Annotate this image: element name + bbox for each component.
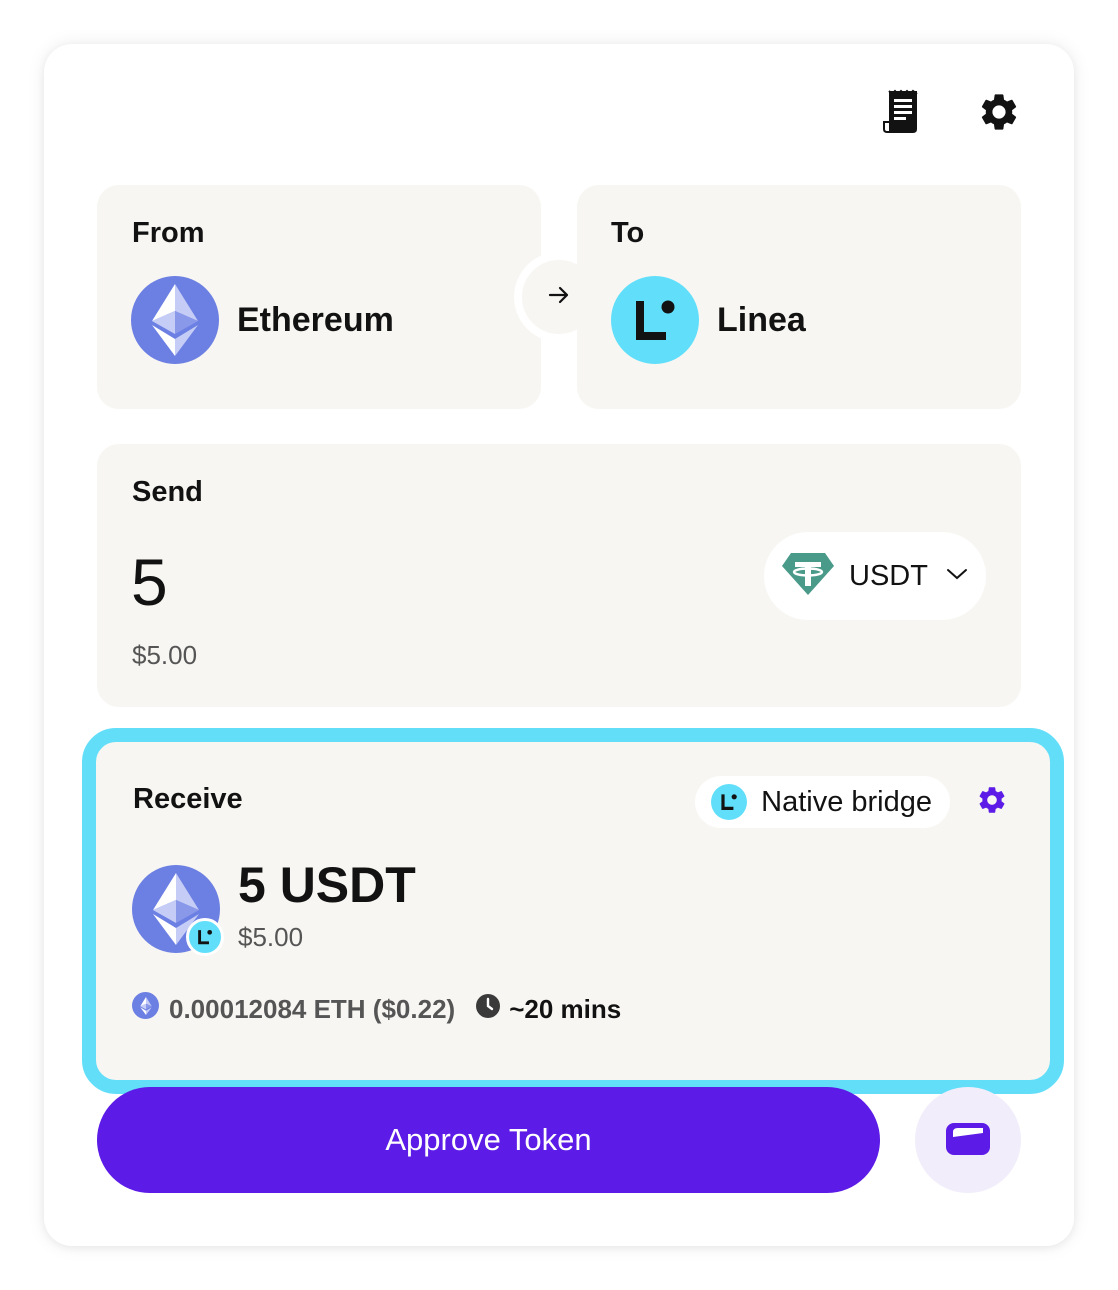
gear-icon: [976, 784, 1008, 821]
gear-icon: [977, 90, 1021, 139]
history-button[interactable]: [876, 88, 928, 140]
from-chain: Ethereum: [131, 276, 394, 364]
to-chain: Linea: [611, 276, 806, 364]
to-chain-panel[interactable]: To Linea: [577, 185, 1021, 409]
ethereum-logo-icon: [131, 276, 219, 364]
network-fee: 0.00012084 ETH ($0.22): [169, 994, 456, 1024]
wallet-button[interactable]: [915, 1087, 1021, 1193]
send-panel: Send 5 $5.00 USDT: [97, 444, 1021, 707]
send-label: Send: [132, 476, 203, 508]
settings-button[interactable]: [973, 88, 1025, 140]
tether-logo-icon: [781, 551, 835, 602]
approve-token-button[interactable]: Approve Token: [97, 1087, 880, 1193]
chevron-down-icon: [946, 567, 968, 586]
fee-row: 0.00012084 ETH ($0.22) ~20 mins: [132, 990, 621, 1024]
from-chain-panel[interactable]: From Ethereum: [97, 185, 541, 409]
receive-usd-value: $5.00: [238, 922, 304, 952]
linea-logo-icon: [611, 276, 699, 364]
linea-badge-icon: [186, 918, 224, 956]
linea-logo-icon: [711, 784, 748, 820]
bridge-card: From Ethereum To Linea Send 5 $5.00 USDT…: [44, 44, 1074, 1246]
wallet-icon: [945, 1120, 991, 1161]
arrow-right-icon: [547, 283, 571, 312]
route-name: Native bridge: [761, 785, 932, 818]
from-label: From: [132, 217, 205, 249]
send-amount-input[interactable]: 5: [131, 544, 168, 620]
to-chain-name: Linea: [717, 300, 806, 339]
receive-amount: 5 USDT: [238, 857, 416, 913]
to-label: To: [611, 217, 645, 249]
route-settings-button[interactable]: [968, 778, 1016, 826]
ethereum-logo-icon: [132, 992, 159, 1019]
from-chain-name: Ethereum: [237, 300, 394, 339]
clock-icon: [475, 993, 501, 1019]
receipt-icon: [881, 89, 923, 140]
token-selector[interactable]: USDT: [764, 532, 986, 620]
token-symbol: USDT: [849, 559, 928, 592]
route-selector[interactable]: Native bridge: [695, 776, 950, 828]
send-usd-value: $5.00: [132, 640, 198, 670]
receive-panel: Receive Native bridge 5 USDT $5.00 0.000…: [82, 728, 1064, 1094]
receive-label: Receive: [133, 783, 243, 815]
estimated-time: ~20 mins: [509, 994, 622, 1024]
